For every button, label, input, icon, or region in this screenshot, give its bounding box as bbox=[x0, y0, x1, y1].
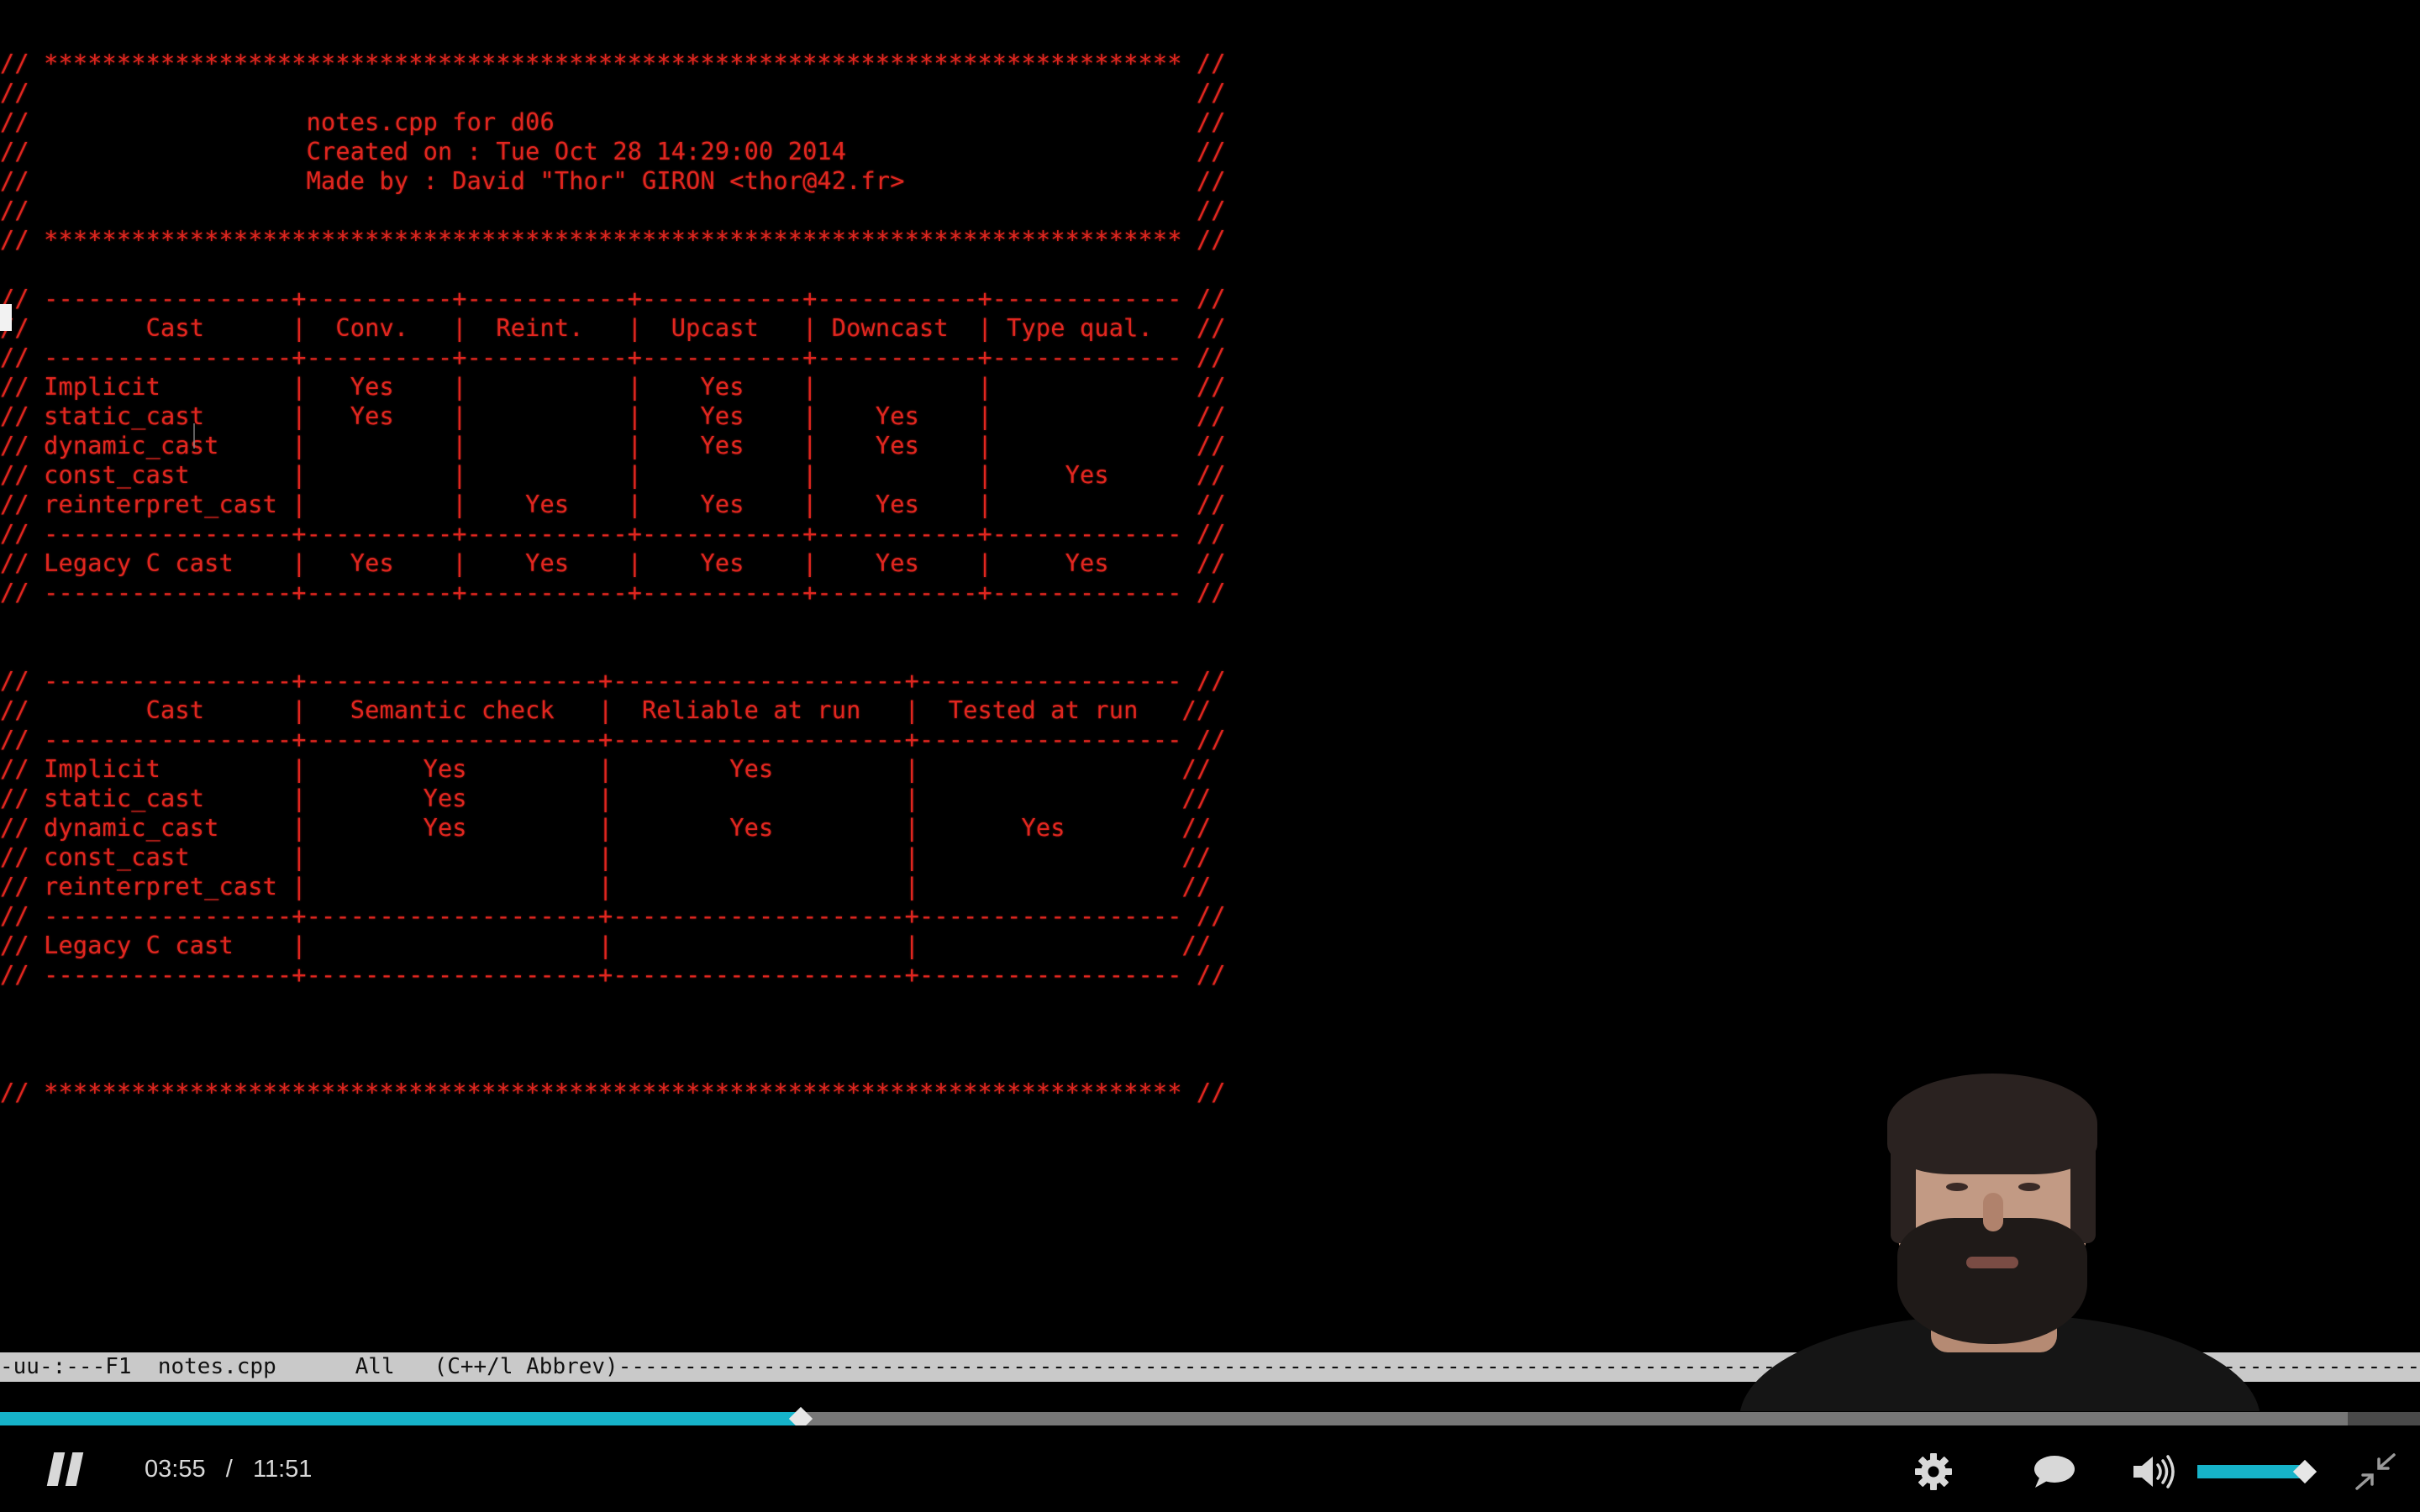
speech-bubble-icon bbox=[2034, 1456, 2075, 1488]
code-line: // static_cast | Yes | | Yes | Yes | // bbox=[0, 402, 1226, 430]
presenter-webcam-overlay bbox=[1714, 1058, 2286, 1411]
progress-played bbox=[0, 1412, 802, 1425]
volume-slider-handle[interactable] bbox=[2292, 1459, 2317, 1484]
code-line: // const_cast | | | | | Yes // bbox=[0, 460, 1226, 489]
exit-fullscreen-icon bbox=[2355, 1453, 2396, 1490]
code-line: // // bbox=[0, 78, 1226, 107]
captions-button[interactable] bbox=[2032, 1454, 2075, 1489]
presenter-hair-right bbox=[2070, 1134, 2096, 1243]
code-line: // *************************************… bbox=[0, 49, 1226, 77]
code-line: // reinterpret_cast | | Yes | Yes | Yes … bbox=[0, 490, 1226, 518]
exit-fullscreen-button[interactable] bbox=[2354, 1452, 2396, 1491]
code-line: // dynamic_cast | | | Yes | Yes | // bbox=[0, 431, 1226, 459]
presenter-beard bbox=[1897, 1218, 2087, 1344]
gear-icon bbox=[1915, 1453, 1952, 1490]
presenter-eye-left bbox=[1946, 1183, 1968, 1191]
volume-button[interactable] bbox=[2131, 1454, 2176, 1489]
code-line: // Created on : Tue Oct 28 14:29:00 2014… bbox=[0, 137, 1226, 165]
code-line: // notes.cpp for d06 // bbox=[0, 108, 1226, 136]
time-separator: / bbox=[225, 1456, 233, 1483]
code-line: // const_cast | | | // bbox=[0, 843, 1212, 871]
current-time: 03:55 bbox=[145, 1456, 206, 1483]
code-line: // Cast | Conv. | Reint. | Upcast | Down… bbox=[0, 313, 1226, 342]
speaker-icon bbox=[2133, 1455, 2175, 1488]
presenter-hair bbox=[1887, 1074, 2097, 1174]
volume-level-fill bbox=[2197, 1465, 2305, 1478]
code-line: // Legacy C cast | | | // bbox=[0, 931, 1212, 959]
code-line: // -----------------+-------------------… bbox=[0, 960, 1226, 989]
code-line: // -----------------+-------------------… bbox=[0, 901, 1226, 930]
presenter-eye-right bbox=[2018, 1183, 2040, 1191]
code-line: // -----------------+----------+--------… bbox=[0, 284, 1226, 312]
code-line: // -----------------+-------------------… bbox=[0, 666, 1226, 695]
code-line: // Cast | Semantic check | Reliable at r… bbox=[0, 696, 1212, 724]
code-line: // *************************************… bbox=[0, 225, 1226, 254]
code-line: // *************************************… bbox=[0, 1078, 1226, 1106]
text-cursor bbox=[0, 304, 12, 331]
code-line: // reinterpret_cast | | | // bbox=[0, 872, 1212, 900]
code-line: // Implicit | Yes | | Yes | | // bbox=[0, 372, 1226, 401]
video-progress-bar[interactable] bbox=[0, 1412, 2420, 1425]
pause-button[interactable] bbox=[46, 1452, 87, 1486]
video-control-bar: 03:55 / 11:51 bbox=[0, 1425, 2420, 1512]
code-line: // -----------------+----------+--------… bbox=[0, 578, 1226, 606]
time-display: 03:55 / 11:51 bbox=[145, 1454, 312, 1484]
code-line: // -----------------+----------+--------… bbox=[0, 343, 1226, 371]
presenter-hair-left bbox=[1891, 1134, 1916, 1243]
code-line: // static_cast | Yes | | // bbox=[0, 784, 1212, 812]
mouse-ibeam-pointer bbox=[193, 423, 198, 449]
code-line: // -----------------+-------------------… bbox=[0, 725, 1226, 753]
presenter-mouth bbox=[1966, 1257, 2018, 1268]
code-line: // Made by : David "Thor" GIRON <thor@42… bbox=[0, 166, 1226, 195]
volume-slider[interactable] bbox=[2197, 1459, 2317, 1484]
code-line: // -----------------+----------+--------… bbox=[0, 519, 1226, 548]
code-line: // dynamic_cast | Yes | Yes | Yes // bbox=[0, 813, 1212, 842]
presenter-nose bbox=[1983, 1193, 2003, 1231]
code-line: // // bbox=[0, 196, 1226, 224]
total-duration: 11:51 bbox=[252, 1456, 313, 1483]
settings-button[interactable] bbox=[1914, 1452, 1953, 1491]
code-line: // Legacy C cast | Yes | Yes | Yes | Yes… bbox=[0, 549, 1226, 577]
code-line: // Implicit | Yes | Yes | // bbox=[0, 754, 1212, 783]
